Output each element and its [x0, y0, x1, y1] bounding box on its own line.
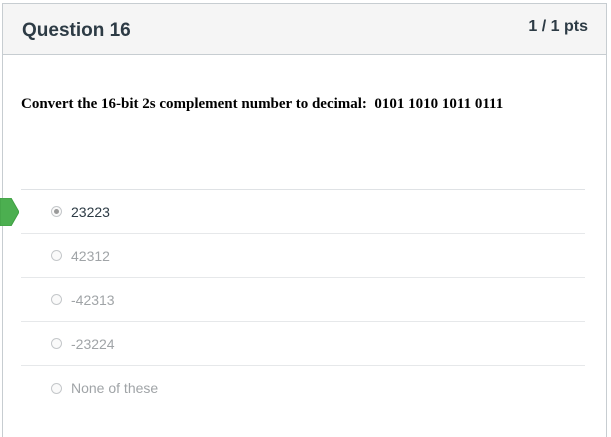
radio-selected-icon[interactable] — [51, 206, 62, 217]
answer-label: -23224 — [71, 335, 115, 352]
answer-label: None of these — [71, 380, 159, 396]
radio-icon[interactable] — [51, 294, 62, 305]
radio-icon[interactable] — [51, 338, 62, 349]
radio-icon[interactable] — [51, 250, 62, 261]
answer-option[interactable]: -23224 — [21, 322, 585, 366]
answer-list: 23223 42312 -42313 -23224 None of these — [21, 189, 585, 410]
answer-option[interactable]: -42313 — [21, 278, 585, 322]
question-text: Convert the 16-bit 2s complement number … — [21, 96, 504, 112]
question-title: Question 16 — [22, 19, 131, 41]
answer-option[interactable]: None of these — [21, 366, 585, 410]
answer-option[interactable]: 23223 — [21, 190, 585, 234]
answer-label: 23223 — [71, 203, 110, 220]
answer-label: -42313 — [71, 291, 115, 308]
radio-icon[interactable] — [51, 382, 62, 394]
question-points: 1 / 1 pts — [528, 18, 588, 35]
question-header: Question 16 1 / 1 pts — [3, 4, 606, 55]
answer-label: 42312 — [71, 247, 110, 264]
answer-option[interactable]: 42312 — [21, 234, 585, 278]
